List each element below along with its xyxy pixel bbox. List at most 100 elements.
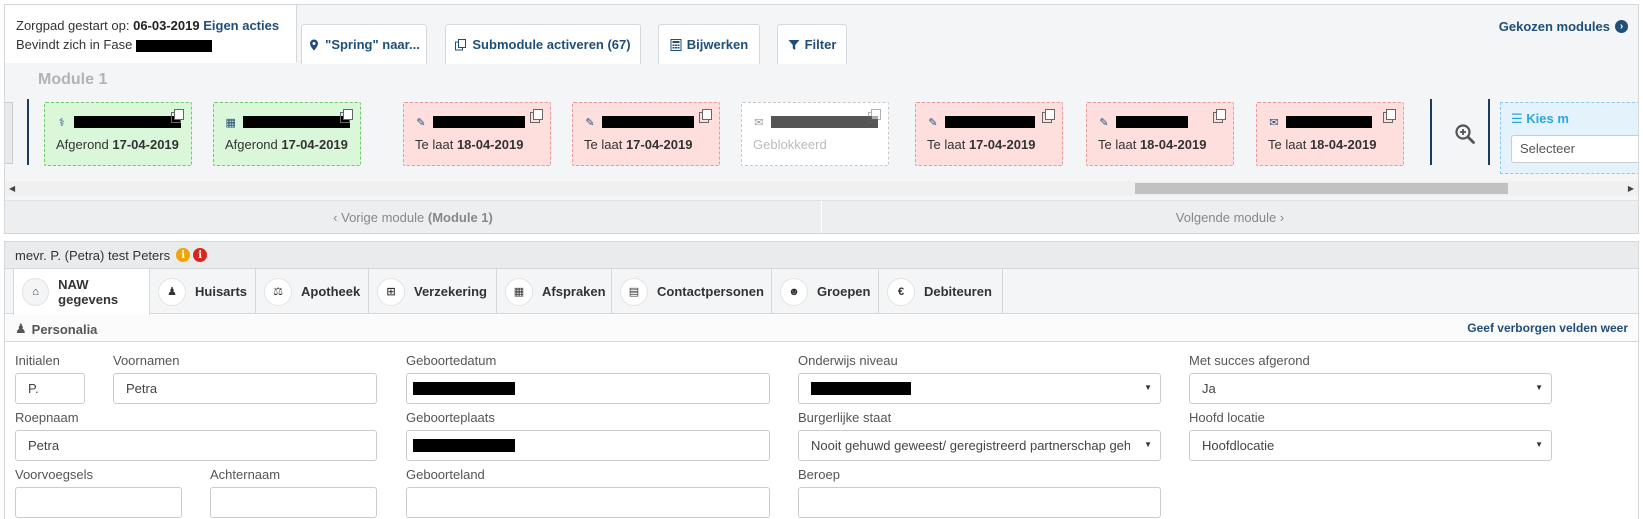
tab-verzekering[interactable]: ⊞ Verzekering bbox=[369, 269, 497, 314]
tab-naw-gegevens[interactable]: ⌂ NAW gegevens bbox=[13, 269, 150, 315]
tab-debiteuren[interactable]: € Debiteuren bbox=[879, 269, 1003, 314]
redacted-title bbox=[433, 116, 525, 128]
show-hidden-fields-link[interactable]: Geef verborgen velden weer bbox=[1467, 321, 1628, 335]
module-card-4[interactable]: ✎ Te laat 17-04-2019 bbox=[572, 102, 720, 166]
geboortedatum-input[interactable] bbox=[406, 373, 770, 404]
tab-afspraken[interactable]: ▦ Afspraken bbox=[497, 269, 612, 314]
phase-label: Bevindt zich in Fase bbox=[16, 37, 133, 52]
stethoscope-icon: ⚕ bbox=[58, 116, 65, 129]
choose-module-select[interactable]: Selecteer bbox=[1511, 135, 1638, 163]
redacted-title bbox=[1116, 116, 1188, 128]
calendar-icon: ▦ bbox=[225, 116, 236, 129]
divider bbox=[1430, 99, 1432, 165]
doctor-icon: ♟ bbox=[158, 277, 186, 306]
patient-header: mevr. P. (Petra) test Peters i i bbox=[5, 242, 1638, 269]
pencil-icon: ✎ bbox=[416, 116, 426, 129]
geboorteplaats-input[interactable] bbox=[406, 430, 770, 461]
patient-tabs: ⌂ NAW gegevens ♟ Huisarts ⚖ Apotheek ⊞ Verze… bbox=[5, 269, 1638, 315]
module-card-5[interactable]: ✉ Geblokkeerd bbox=[741, 102, 889, 166]
copy-icon bbox=[455, 38, 467, 50]
calculator-icon bbox=[670, 38, 682, 51]
copy-icon[interactable] bbox=[1383, 109, 1396, 123]
pencil-icon: ✎ bbox=[585, 116, 595, 129]
initialen-input[interactable]: P. bbox=[15, 373, 85, 404]
tab-contactpersonen[interactable]: ▤ Contactpersonen bbox=[612, 269, 772, 314]
module-card-1[interactable]: ⚕ Afgerond 17-04-2019 bbox=[44, 102, 192, 166]
alert-info-icon[interactable]: i bbox=[193, 248, 208, 262]
tab-groepen[interactable]: ☻ Groepen bbox=[772, 269, 879, 314]
geboorteland-label: Geboorteland bbox=[406, 467, 485, 482]
pencil-icon: ✎ bbox=[1099, 116, 1109, 129]
redacted-value bbox=[413, 382, 515, 395]
scroll-left-icon[interactable]: ◀ bbox=[9, 184, 15, 193]
redacted-title bbox=[73, 116, 181, 128]
module-strip: ⚕ Afgerond 17-04-2019 ▦ Afgerond 17-04-2… bbox=[5, 97, 1638, 177]
previous-module-button[interactable]: ‹ Vorige module (Module 1) bbox=[5, 201, 822, 233]
roepnaam-input[interactable]: Petra bbox=[15, 430, 377, 461]
copy-icon[interactable] bbox=[868, 109, 881, 123]
module-navigation: ‹ Vorige module (Module 1) Volgende modu… bbox=[5, 200, 1638, 233]
calendar-icon: ▦ bbox=[505, 277, 533, 306]
module-card-2[interactable]: ▦ Afgerond 17-04-2019 bbox=[213, 102, 361, 166]
care-path-panel: Zorgpad gestart op: 06-03-2019 Eigen act… bbox=[4, 4, 1639, 234]
filter-button[interactable]: Filter bbox=[777, 24, 847, 64]
copy-icon[interactable] bbox=[1213, 109, 1226, 123]
plus-square-icon: ⊞ bbox=[377, 277, 405, 306]
scrollbar-thumb[interactable] bbox=[1135, 183, 1508, 194]
copy-icon[interactable] bbox=[1042, 109, 1055, 123]
home-icon: ⌂ bbox=[22, 278, 50, 306]
achternaam-input[interactable] bbox=[210, 487, 377, 518]
module-card-3[interactable]: ✎ Te laat 18-04-2019 bbox=[403, 102, 551, 166]
voornamen-input[interactable]: Petra bbox=[113, 373, 377, 404]
tab-apotheek[interactable]: ⚖ Apotheek bbox=[256, 269, 369, 314]
copy-icon[interactable] bbox=[530, 109, 543, 123]
module-card-7[interactable]: ✎ Te laat 18-04-2019 bbox=[1086, 102, 1234, 166]
succes-label: Met succes afgerond bbox=[1189, 353, 1310, 368]
care-path-info: Zorgpad gestart op: 06-03-2019 Eigen act… bbox=[5, 5, 297, 63]
copy-icon[interactable] bbox=[340, 109, 353, 123]
geboortedatum-label: Geboortedatum bbox=[406, 353, 497, 368]
geboorteland-input[interactable] bbox=[406, 487, 770, 518]
envelope-icon: ✉ bbox=[1269, 116, 1279, 129]
update-button[interactable]: Bijwerken bbox=[658, 24, 760, 64]
redacted-title bbox=[770, 116, 878, 128]
beroep-input[interactable] bbox=[798, 487, 1161, 518]
module-card-6[interactable]: ✎ Te laat 17-04-2019 bbox=[915, 102, 1063, 166]
scale-icon: ⚖ bbox=[264, 277, 292, 306]
jump-to-button[interactable]: "Spring" naar... bbox=[301, 24, 427, 64]
redacted-title bbox=[1286, 116, 1372, 128]
module-title: Module 1 bbox=[38, 71, 108, 88]
map-marker-icon bbox=[310, 39, 319, 50]
module-card-8[interactable]: ✉ Te laat 18-04-2019 bbox=[1256, 102, 1404, 166]
voorvoegsels-input[interactable] bbox=[15, 487, 182, 518]
onderwijs-select[interactable] bbox=[798, 373, 1161, 404]
horizontal-scrollbar[interactable]: ◀ ▶ bbox=[5, 181, 1638, 196]
choose-module-card: ☰ Kies m Selecteer bbox=[1500, 102, 1638, 174]
burgerlijke-select[interactable]: Nooit gehuwd geweest/ geregistreerd part… bbox=[798, 430, 1161, 461]
filter-icon bbox=[788, 39, 800, 50]
previous-card-edge bbox=[5, 102, 13, 164]
copy-icon[interactable] bbox=[699, 109, 712, 123]
redacted-title bbox=[945, 116, 1035, 128]
scroll-right-icon[interactable]: ▶ bbox=[1628, 184, 1634, 193]
initialen-label: Initialen bbox=[15, 353, 60, 368]
info-icon[interactable]: i bbox=[176, 248, 191, 262]
personalia-header: ♟ Personalia Geef verborgen velden weer bbox=[5, 315, 1638, 342]
tab-huisarts[interactable]: ♟ Huisarts bbox=[150, 269, 256, 314]
address-book-icon: ▤ bbox=[620, 277, 648, 306]
chosen-modules-link[interactable]: Gekozen modules › bbox=[1499, 19, 1628, 34]
copy-icon[interactable] bbox=[171, 109, 184, 123]
next-module-button[interactable]: Volgende module › bbox=[822, 201, 1638, 233]
submodule-activate-button[interactable]: Submodule activeren (67) bbox=[445, 24, 641, 64]
euro-icon: € bbox=[887, 277, 915, 306]
hoofdlocatie-label: Hoofd locatie bbox=[1189, 410, 1265, 425]
hoofdlocatie-select[interactable]: Hoofdlocatie bbox=[1189, 430, 1552, 461]
voorvoegsels-label: Voorvoegsels bbox=[15, 467, 94, 482]
redacted-title bbox=[602, 116, 694, 128]
own-actions-link[interactable]: Eigen acties bbox=[203, 18, 279, 33]
patient-name: mevr. P. (Petra) test Peters bbox=[15, 247, 171, 263]
zoom-in-icon[interactable] bbox=[1454, 123, 1476, 145]
succes-select[interactable]: Ja bbox=[1189, 373, 1552, 404]
redacted-phase bbox=[135, 39, 212, 52]
achternaam-label: Achternaam bbox=[210, 467, 281, 482]
